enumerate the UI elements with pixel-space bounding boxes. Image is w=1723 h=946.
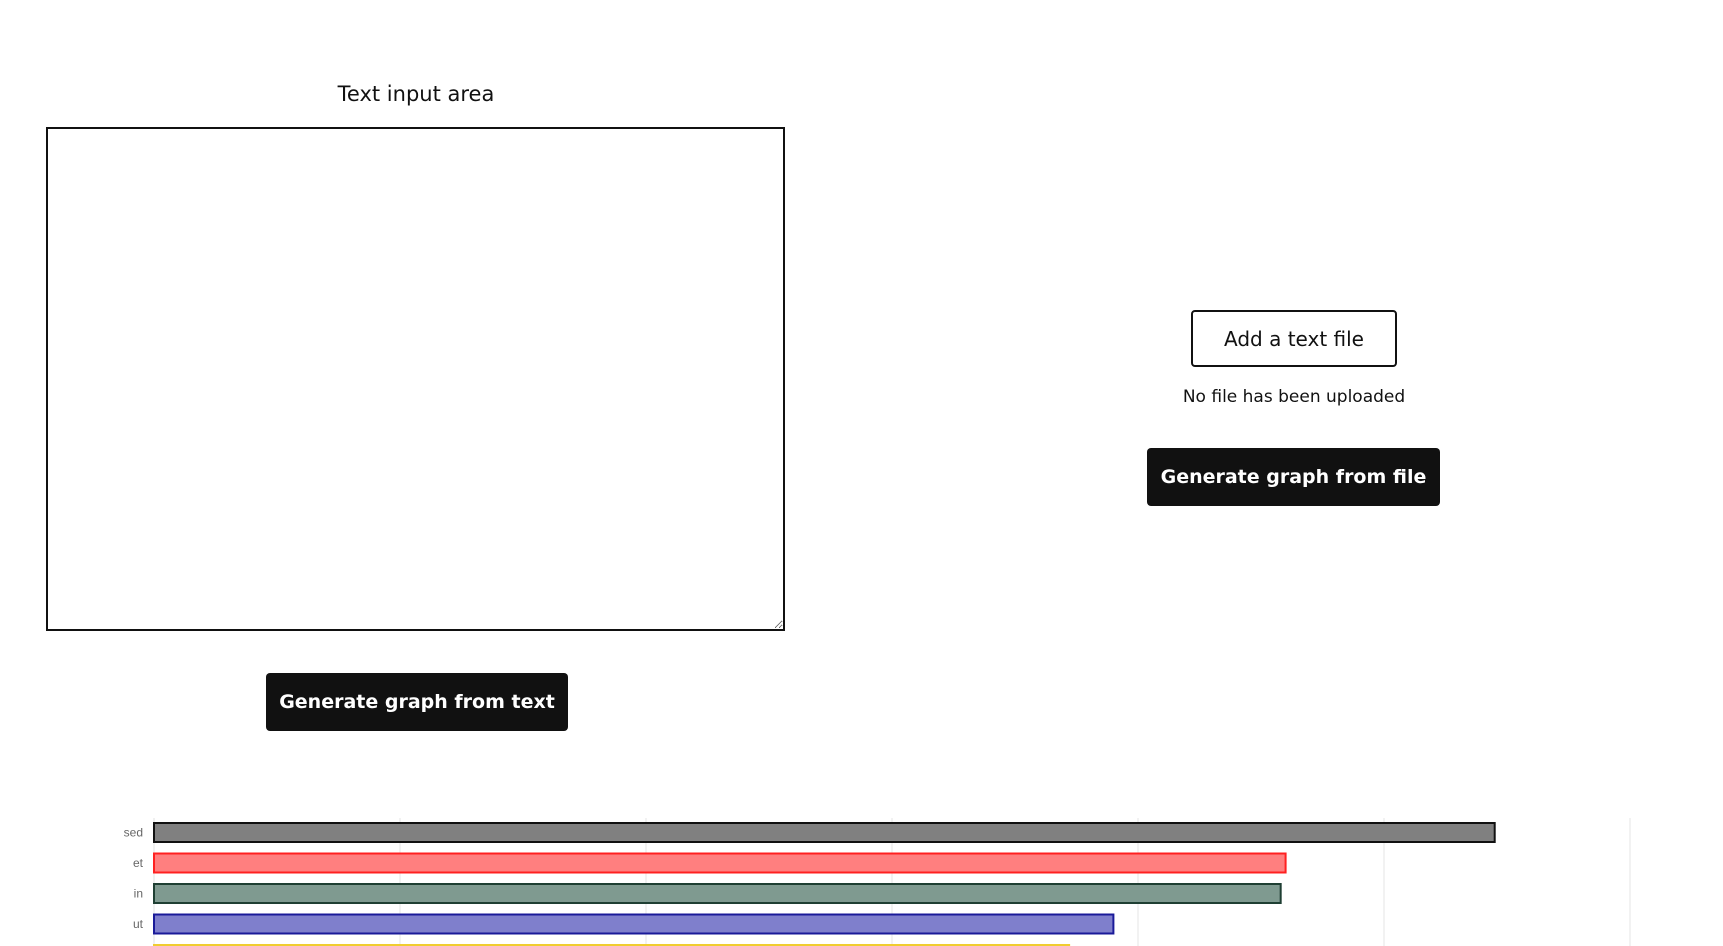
chart-category-label: ut [133,917,144,931]
word-frequency-chart: sedetinutac [0,810,1723,946]
chart-category-label: in [134,887,143,901]
generate-graph-from-file-button[interactable]: Generate graph from file [1147,448,1440,506]
generate-graph-from-text-button[interactable]: Generate graph from text [266,673,568,731]
chart-bar-ut [153,913,1115,935]
file-upload-status: No file has been uploaded [1182,387,1406,407]
add-text-file-button[interactable]: Add a text file [1191,310,1397,367]
chart-category-label: et [133,856,144,870]
text-input-title: Text input area [337,82,495,106]
chart-bar-in [153,883,1282,904]
chart-svg: sedetinutac [124,818,1631,946]
chart-bar-et [153,852,1287,874]
chart-category-label: sed [124,826,143,840]
chart-bar-sed [153,822,1496,843]
text-input-area[interactable] [46,127,785,631]
